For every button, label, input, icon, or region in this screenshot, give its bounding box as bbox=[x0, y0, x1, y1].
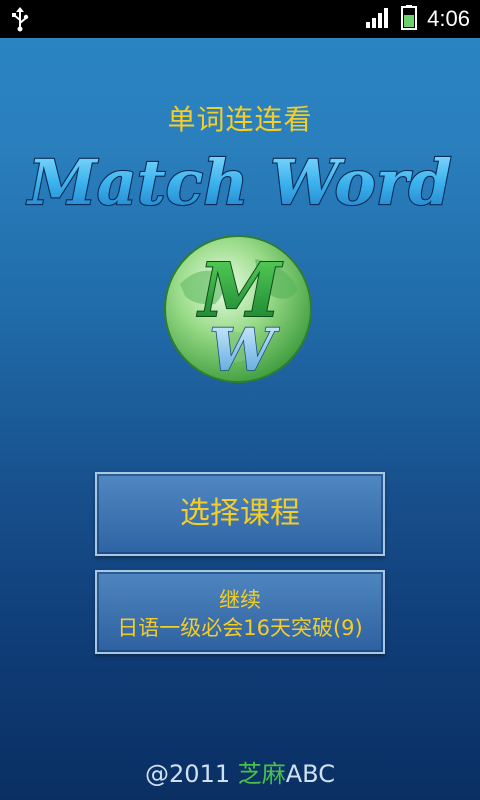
footer-brand: 芝麻 bbox=[237, 760, 286, 788]
status-time: 4:06 bbox=[427, 6, 470, 31]
logo-letter-w: W bbox=[209, 316, 279, 384]
footer-suffix: ABC bbox=[285, 760, 335, 788]
select-course-label: 选择课程 bbox=[180, 496, 300, 531]
battery-icon bbox=[401, 4, 418, 34]
select-course-button[interactable]: 选择课程 bbox=[95, 472, 385, 556]
status-bar: 4:06 bbox=[0, 0, 480, 38]
app-title: Match Word bbox=[26, 146, 452, 219]
globe-logo-icon: M W bbox=[164, 235, 312, 384]
continue-course-button[interactable]: 继续 日语一级必会16天突破(9) bbox=[95, 570, 385, 654]
signal-icon bbox=[365, 5, 391, 33]
app-subtitle: 单词连连看 bbox=[167, 103, 313, 136]
usb-icon bbox=[8, 6, 32, 32]
continue-label: 继续 bbox=[219, 588, 261, 612]
app-title-logo: Match Word bbox=[25, 145, 453, 220]
footer-prefix: @2011 bbox=[145, 760, 238, 788]
continue-course-name: 日语一级必会16天突破(9) bbox=[117, 616, 363, 640]
footer-credit: @2011 芝麻ABC bbox=[0, 754, 480, 789]
